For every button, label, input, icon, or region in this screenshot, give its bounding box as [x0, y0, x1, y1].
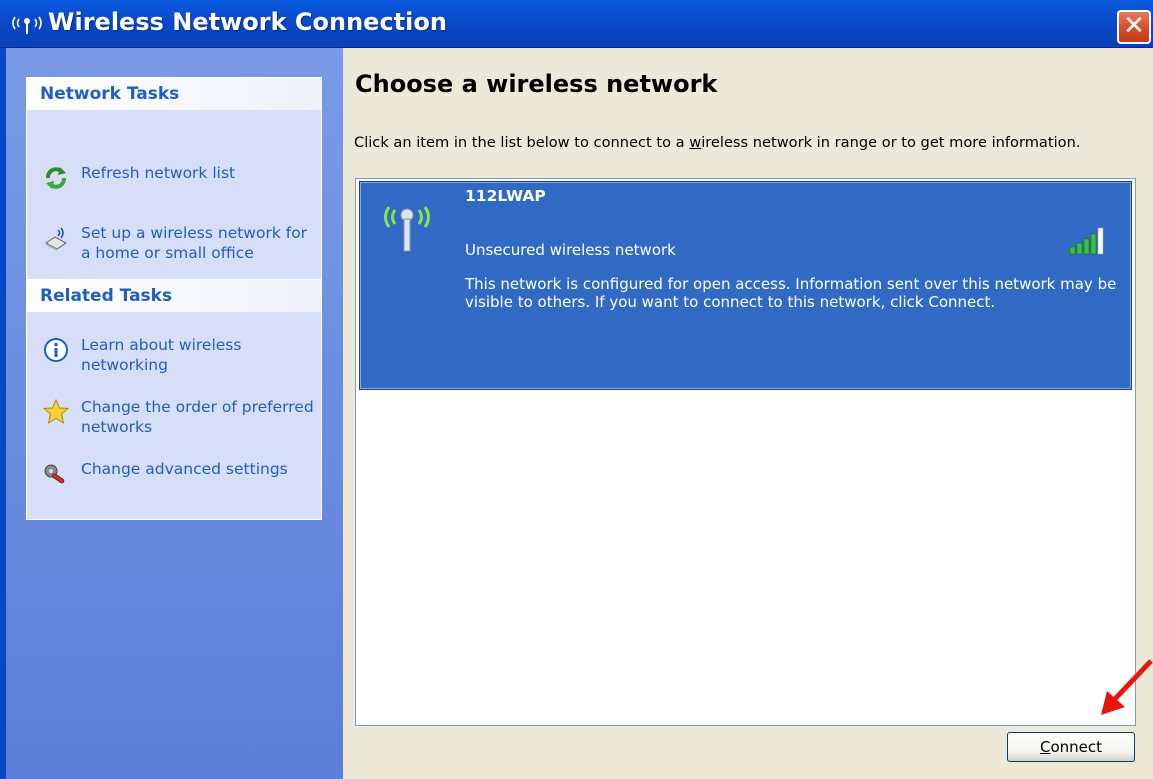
title-bar: Wireless Network Connection ✕ — [0, 0, 1153, 48]
network-list[interactable]: 112LWAP Unsecured wireless network This … — [355, 178, 1136, 726]
task-label[interactable]: Change advanced settings — [81, 459, 316, 479]
task-setup-wireless-network[interactable]: Set up a wireless network for a home or … — [27, 223, 321, 267]
refresh-icon — [43, 165, 69, 191]
task-label[interactable]: Change the order of preferred networks — [81, 397, 316, 437]
network-security: Unsecured wireless network — [465, 241, 676, 259]
instruction-part: Click an item in the list below to conne… — [354, 134, 690, 151]
network-tasks-box: Network Tasks Refresh network list Set u… — [26, 77, 322, 282]
wireless-antenna-icon — [12, 16, 42, 34]
task-label[interactable]: Set up a wireless network for a home or … — [81, 223, 316, 263]
task-label[interactable]: Refresh network list — [81, 163, 316, 183]
network-description: This network is configured for open acce… — [465, 275, 1117, 311]
task-pane: Network Tasks Refresh network list Set u… — [0, 48, 343, 779]
network-tasks-header[interactable]: Network Tasks — [27, 78, 321, 110]
task-change-advanced-settings[interactable]: Change advanced settings — [27, 459, 321, 503]
annotation-arrow-icon — [1101, 659, 1153, 715]
signal-strength-icon — [1068, 225, 1128, 255]
main-content: Choose a wireless network Click an item … — [343, 48, 1153, 779]
close-button[interactable]: ✕ — [1117, 10, 1151, 44]
window-title: Wireless Network Connection — [48, 8, 447, 36]
settings-icon — [43, 461, 69, 487]
instruction-part: ireless network in range or to get more … — [701, 134, 1081, 151]
connect-accesskey[interactable]: C — [1040, 738, 1050, 756]
connect-button[interactable]: Connect — [1007, 732, 1135, 762]
network-antenna-icon — [371, 193, 441, 253]
wireless-app-icon — [9, 10, 45, 36]
star-icon — [42, 398, 70, 425]
instruction-text: Click an item in the list below to conne… — [354, 134, 1114, 151]
task-label[interactable]: Learn about wireless networking — [81, 335, 316, 375]
close-icon[interactable]: ✕ — [1123, 11, 1145, 41]
related-tasks-box: Related Tasks Learn about wireless netwo… — [26, 279, 322, 520]
task-refresh-network-list[interactable]: Refresh network list — [27, 163, 321, 189]
info-icon — [43, 337, 69, 363]
instruction-accesskey: w — [689, 134, 702, 151]
related-tasks-header[interactable]: Related Tasks — [27, 280, 321, 312]
page-title: Choose a wireless network — [355, 70, 718, 98]
task-learn-wireless[interactable]: Learn about wireless networking — [27, 335, 321, 379]
connect-label[interactable]: onnect — [1050, 738, 1102, 756]
network-item[interactable]: 112LWAP Unsecured wireless network This … — [359, 181, 1132, 390]
wireless-setup-icon — [43, 225, 69, 251]
network-ssid: 112LWAP — [465, 187, 546, 205]
task-change-order-networks[interactable]: Change the order of preferred networks — [27, 397, 321, 441]
